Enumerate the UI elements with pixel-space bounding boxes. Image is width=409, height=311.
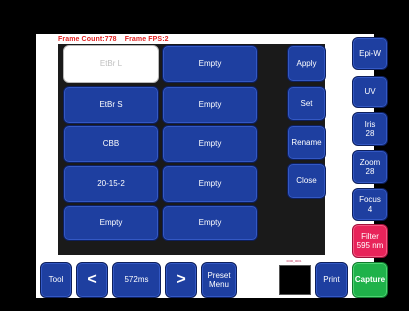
apply-button[interactable]: Apply bbox=[287, 45, 326, 82]
frame-count: Frame Count:778 bbox=[58, 36, 117, 43]
thumbnail-label: 0000_0001 bbox=[286, 259, 302, 263]
set-button[interactable]: Set bbox=[287, 86, 326, 121]
rename-button[interactable]: Rename bbox=[287, 125, 326, 160]
zoom-value: 28 bbox=[365, 167, 375, 176]
capture-button[interactable]: Capture bbox=[352, 262, 388, 298]
preset-slot-1[interactable]: EtBr L bbox=[63, 45, 159, 83]
thumbnail-image bbox=[279, 265, 311, 295]
preset-slot-7[interactable]: 20-15-2 bbox=[63, 165, 159, 203]
focus-label: Focus bbox=[359, 195, 381, 205]
iris-label: Iris bbox=[364, 119, 376, 129]
frame-fps: Frame FPS:2 bbox=[124, 36, 169, 43]
filter-value: 595 nm bbox=[356, 241, 384, 250]
preset-menu-button[interactable]: Preset Menu bbox=[201, 262, 237, 298]
preset-slot-3[interactable]: EtBr S bbox=[63, 86, 159, 124]
focus-button[interactable]: Focus 4 bbox=[352, 188, 388, 221]
focus-value: 4 bbox=[367, 204, 373, 214]
thumbnail[interactable]: 0000_0001 bbox=[276, 259, 312, 295]
iris-button[interactable]: Iris 28 bbox=[352, 112, 388, 146]
preset-slot-4[interactable]: Empty bbox=[162, 86, 258, 124]
prev-button[interactable]: < bbox=[76, 262, 108, 298]
uv-button[interactable]: UV bbox=[352, 76, 388, 108]
zoom-button[interactable]: Zoom 28 bbox=[352, 150, 388, 184]
status-bar: Frame Count:778 Frame FPS:2 bbox=[58, 36, 175, 43]
zoom-label: Zoom bbox=[359, 157, 381, 167]
close-button[interactable]: Close bbox=[287, 163, 326, 199]
preset-slot-2[interactable]: Empty bbox=[162, 45, 258, 83]
tool-button[interactable]: Tool bbox=[40, 262, 72, 298]
preset-slot-10[interactable]: Empty bbox=[162, 205, 258, 241]
print-button[interactable]: Print bbox=[315, 262, 348, 298]
next-button[interactable]: > bbox=[165, 262, 197, 298]
filter-button[interactable]: Filter 595 nm bbox=[352, 224, 388, 258]
preset-slot-8[interactable]: Empty bbox=[162, 165, 258, 203]
epi-w-button[interactable]: Epi-W bbox=[352, 37, 388, 70]
preset-slot-9[interactable]: Empty bbox=[63, 205, 159, 241]
iris-value: 28 bbox=[365, 129, 375, 138]
exposure-button[interactable]: 572ms bbox=[112, 262, 161, 298]
preset-menu-line1: Preset bbox=[207, 270, 231, 280]
preset-slot-6[interactable]: Empty bbox=[162, 125, 258, 163]
preset-menu-line2: Menu bbox=[208, 280, 229, 289]
filter-label: Filter bbox=[361, 231, 379, 241]
preset-slot-5[interactable]: CBB bbox=[63, 125, 159, 163]
